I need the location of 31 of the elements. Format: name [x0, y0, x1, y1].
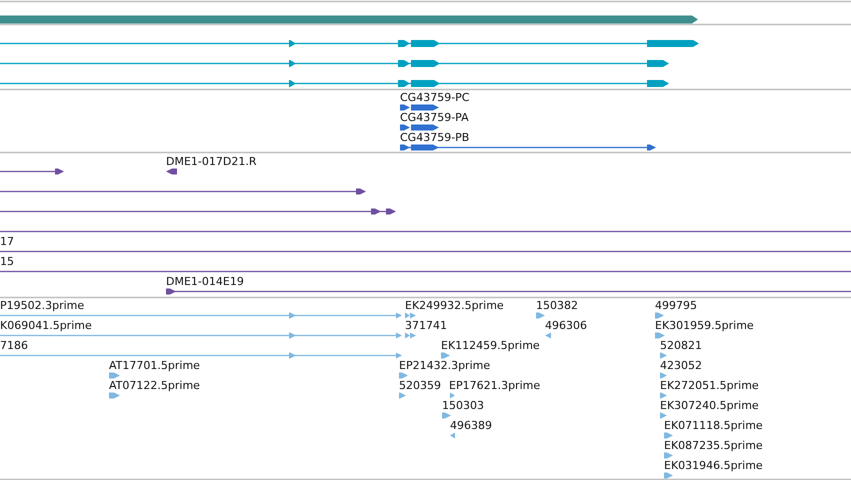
feature-label: 150382	[536, 299, 578, 312]
feature-label: EK301959.5prime	[655, 319, 754, 332]
feature-label: EP21432.3prime	[399, 359, 490, 372]
feature-label: EK249932.5prime	[405, 299, 504, 312]
feature-label: 423052	[660, 359, 702, 372]
feature-label: 520821	[660, 339, 702, 352]
feature-label: CG43759-PC	[400, 91, 470, 104]
feature-label: EK307240.5prime	[660, 399, 759, 412]
feature-label: EK272051.5prime	[660, 379, 759, 392]
feature-label: EK087235.5prime	[664, 439, 763, 452]
feature-label: 371741	[405, 319, 447, 332]
feature-label: 499795	[655, 299, 697, 312]
feature-label: EK112459.5prime	[441, 339, 540, 352]
feature-label: 15	[0, 255, 14, 268]
feature-label: 7186	[0, 339, 28, 352]
feature-label: DME1-017D21.R	[166, 155, 256, 168]
feature-label: CG43759-PA	[400, 111, 469, 124]
feature-label: DME1-014E19	[166, 275, 244, 288]
feature-label: 496306	[545, 319, 587, 332]
feature-label: 17	[0, 235, 14, 248]
feature-label: EP17621.3prime	[449, 379, 540, 392]
feature-label: AT17701.5prime	[109, 359, 200, 372]
feature-label: P19502.3prime	[0, 299, 84, 312]
feature-label: AT07122.5prime	[109, 379, 200, 392]
feature-label: 150303	[442, 399, 484, 412]
feature-label: 496389	[450, 419, 492, 432]
feature-label: EK071118.5prime	[664, 419, 763, 432]
feature-label: K069041.5prime	[0, 319, 92, 332]
feature-label: 520359	[399, 379, 441, 392]
feature-label: CG43759-PB	[400, 131, 470, 144]
feature-label: EK031946.5prime	[664, 459, 763, 472]
